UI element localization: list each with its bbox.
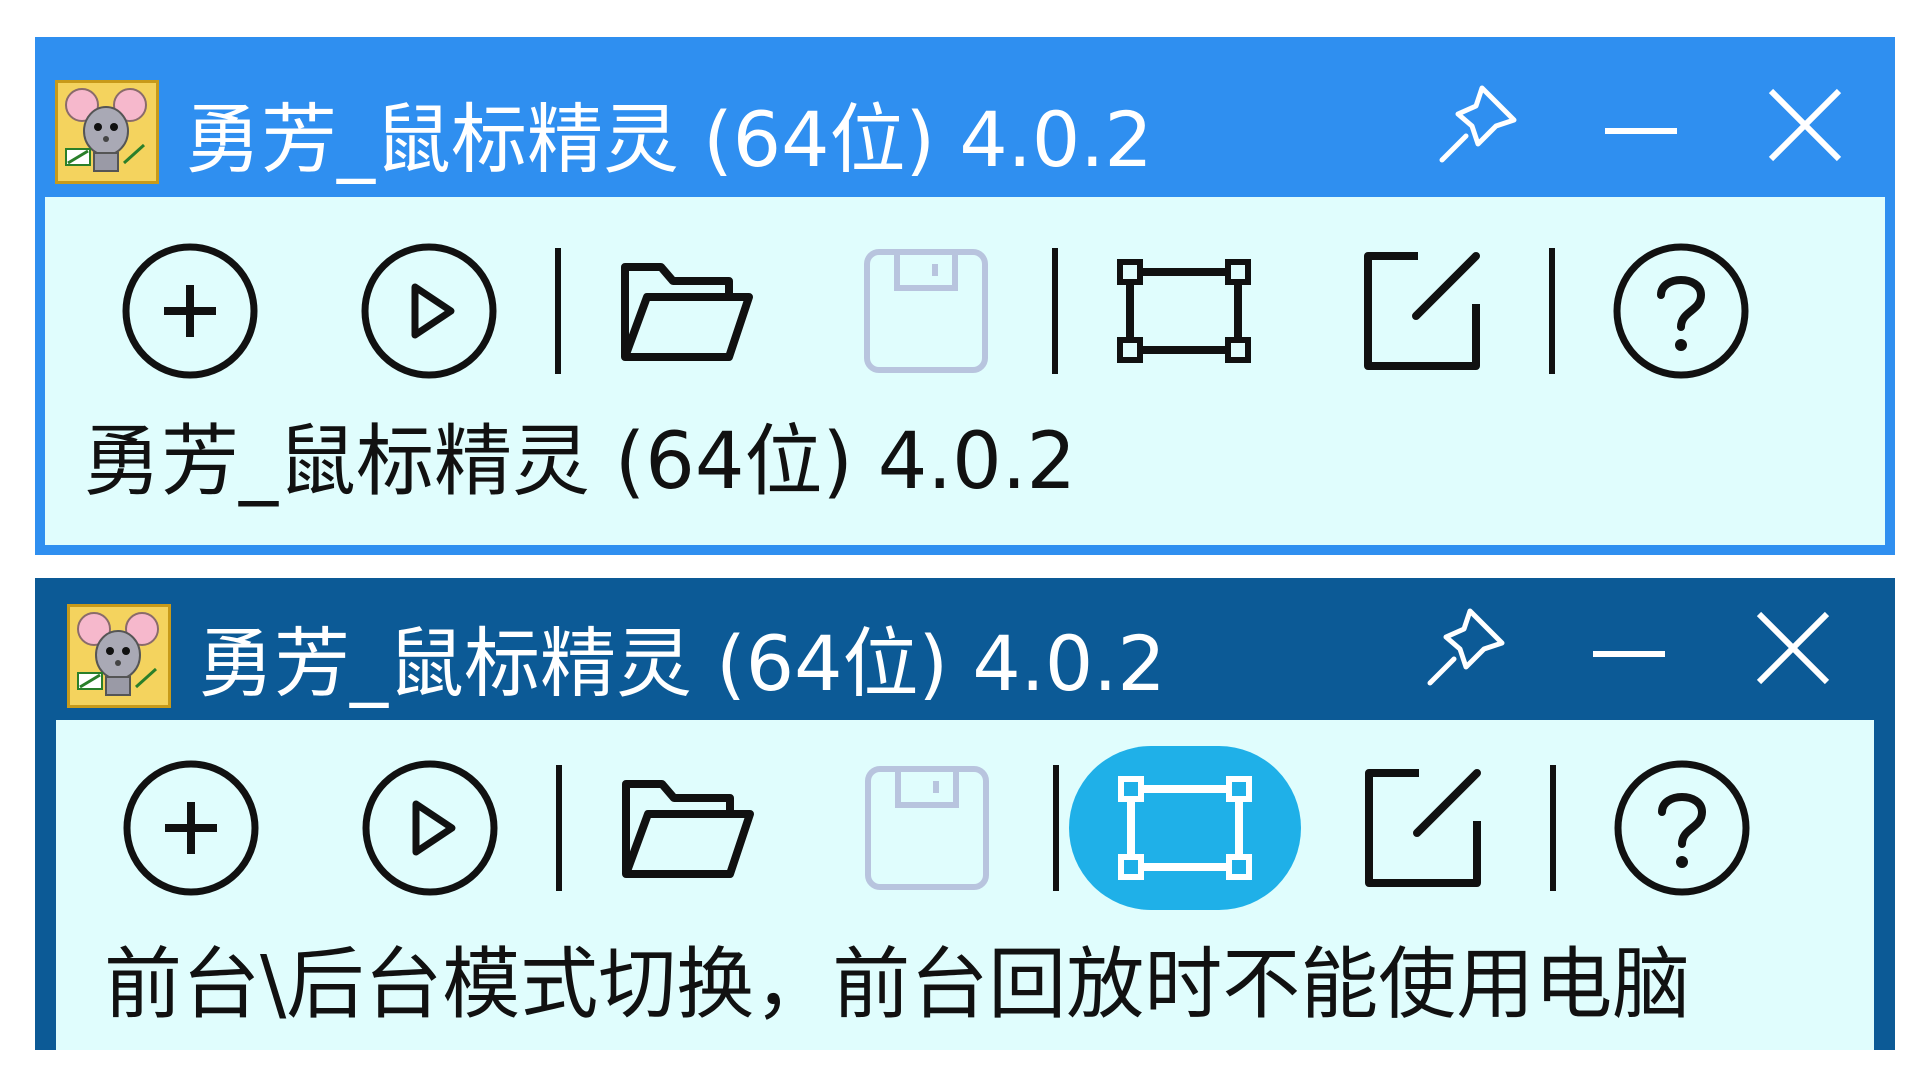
help-circle-icon — [1613, 243, 1749, 379]
minimize-button[interactable] — [1583, 598, 1675, 698]
client-area: 前台\后台模式切换，前台回放时不能使用电脑 — [56, 720, 1874, 1050]
title-controls — [1431, 75, 1851, 175]
title-bar[interactable]: 勇芳_鼠标精灵 (64位) 4.0.2 — [35, 578, 1895, 720]
screenshot-canvas: 勇芳_鼠标精灵 (64位) 4.0.2 勇芳_鼠标精灵 (64位) 4.0.2 … — [0, 0, 1920, 1080]
title-bar[interactable]: 勇芳_鼠标精灵 (64位) 4.0.2 — [35, 37, 1895, 197]
add-button[interactable] — [120, 758, 262, 898]
open-button[interactable] — [617, 758, 759, 898]
close-button[interactable] — [1759, 75, 1851, 175]
add-circle-icon — [123, 760, 259, 896]
pin-button[interactable] — [1419, 598, 1511, 698]
save-button[interactable] — [855, 241, 997, 381]
toolbar-separator — [1053, 765, 1059, 891]
minimize-button[interactable] — [1595, 75, 1687, 175]
pin-icon — [1439, 85, 1517, 163]
open-folder-icon — [622, 780, 754, 878]
mouse-sprite-logo-icon — [67, 604, 171, 708]
mouse-sprite-logo-icon — [55, 80, 159, 184]
open-folder-icon — [621, 263, 753, 361]
minimize-icon — [1605, 128, 1677, 134]
close-icon — [1756, 611, 1830, 685]
app-window-2: 勇芳_鼠标精灵 (64位) 4.0.2 前台\后台模式切换，前台回放时不能使用电… — [35, 578, 1895, 1050]
status-text: 前台\后台模式切换，前台回放时不能使用电脑 — [104, 940, 1691, 1030]
add-button[interactable] — [119, 241, 261, 381]
edit-button[interactable] — [1352, 241, 1494, 381]
app-window-1: 勇芳_鼠标精灵 (64位) 4.0.2 勇芳_鼠标精灵 (64位) 4.0.2 — [35, 37, 1895, 555]
save-floppy-icon — [864, 249, 988, 373]
play-button[interactable] — [359, 758, 501, 898]
close-icon — [1768, 88, 1842, 162]
play-circle-icon — [361, 243, 497, 379]
open-button[interactable] — [616, 241, 758, 381]
help-button[interactable] — [1610, 241, 1752, 381]
save-floppy-icon — [865, 766, 989, 890]
edit-box-icon — [1365, 769, 1481, 887]
toolbar-separator — [1052, 248, 1058, 374]
pin-button[interactable] — [1431, 75, 1523, 175]
save-button[interactable] — [856, 758, 998, 898]
help-button[interactable] — [1611, 758, 1753, 898]
play-circle-icon — [362, 760, 498, 896]
window-title: 勇芳_鼠标精灵 (64位) 4.0.2 — [185, 95, 1153, 184]
pin-icon — [1427, 608, 1505, 686]
frame-mode-icon — [1117, 259, 1251, 363]
minimize-icon — [1593, 651, 1665, 657]
frame-mode-icon — [1118, 776, 1252, 880]
help-circle-icon — [1614, 760, 1750, 896]
edit-box-icon — [1364, 252, 1480, 370]
toolbar — [119, 241, 1752, 381]
frame-mode-button[interactable] — [1113, 241, 1255, 381]
play-button[interactable] — [358, 241, 500, 381]
window-title: 勇芳_鼠标精灵 (64位) 4.0.2 — [198, 619, 1166, 708]
status-text: 勇芳_鼠标精灵 (64位) 4.0.2 — [83, 417, 1077, 507]
edit-button[interactable] — [1353, 758, 1495, 898]
toolbar-separator — [556, 765, 562, 891]
toolbar-separator — [1549, 248, 1555, 374]
add-circle-icon — [122, 243, 258, 379]
toolbar — [120, 746, 1753, 910]
client-area: 勇芳_鼠标精灵 (64位) 4.0.2 — [45, 197, 1885, 545]
frame-mode-button[interactable] — [1069, 746, 1301, 910]
title-controls — [1419, 598, 1839, 698]
close-button[interactable] — [1747, 598, 1839, 698]
toolbar-separator — [555, 248, 561, 374]
toolbar-separator — [1550, 765, 1556, 891]
